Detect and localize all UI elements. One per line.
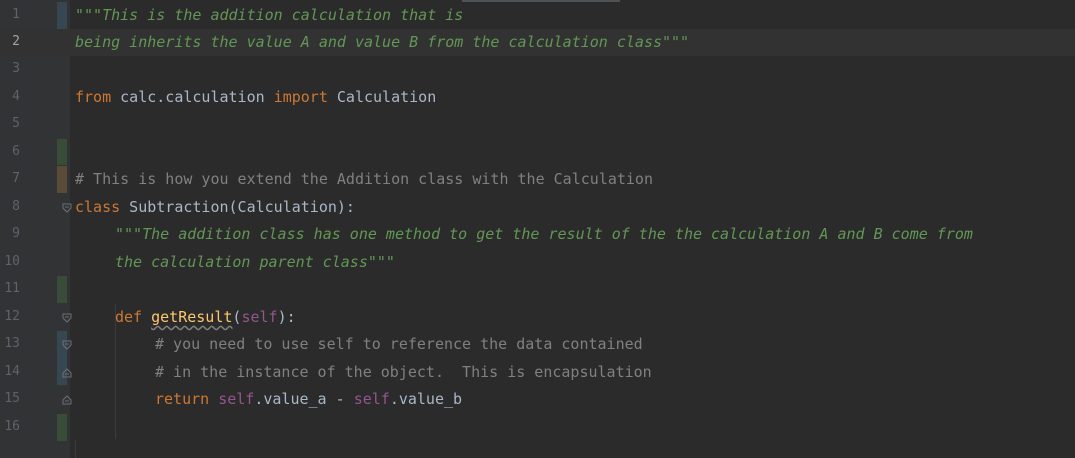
- code-line[interactable]: 5: [0, 111, 1075, 138]
- code-line[interactable]: 14 # in the instance of the object. This…: [0, 359, 1075, 386]
- docstring: being inherits the value A and value B f…: [75, 33, 690, 51]
- code-line[interactable]: 1 """This is the addition calculation th…: [0, 2, 1075, 29]
- code-line[interactable]: 11: [0, 276, 1075, 303]
- keyword-from: from: [75, 88, 112, 106]
- docstring: """This is the addition calculation that…: [75, 6, 464, 24]
- self-reference: self: [353, 390, 390, 408]
- attribute: .value_b: [389, 390, 463, 408]
- line-number[interactable]: 6: [0, 143, 20, 161]
- code-line[interactable]: 10 the calculation parent class""": [0, 249, 1075, 276]
- indent-guide: [75, 440, 76, 458]
- line-number[interactable]: 12: [0, 308, 20, 326]
- code-line[interactable]: 12 def getResult(self):: [0, 304, 1075, 331]
- line-number[interactable]: 5: [0, 115, 20, 133]
- line-number[interactable]: 3: [0, 60, 20, 78]
- line-number[interactable]: 15: [0, 390, 20, 408]
- line-number[interactable]: 11: [0, 280, 20, 298]
- docstring: """The addition class has one method to …: [115, 225, 973, 243]
- comment: # you need to use self to reference the …: [155, 335, 643, 353]
- code-editor[interactable]: 1 """This is the addition calculation th…: [0, 0, 1075, 458]
- keyword-import: import: [273, 88, 328, 106]
- self-param: self: [241, 308, 278, 326]
- docstring: the calculation parent class""": [115, 253, 395, 271]
- code-line[interactable]: 4 from calc.calculation import Calculati…: [0, 84, 1075, 111]
- line-number[interactable]: 1: [0, 6, 20, 24]
- line-number[interactable]: 16: [0, 418, 20, 436]
- code-line[interactable]: 6: [0, 139, 1075, 166]
- code-line[interactable]: 9 """The addition class has one method t…: [0, 221, 1075, 248]
- line-number[interactable]: 10: [0, 253, 20, 271]
- code-line-current[interactable]: 2 being inherits the value A and value B…: [0, 29, 1075, 56]
- paren: ):: [277, 308, 296, 326]
- keyword-def: def: [115, 308, 143, 326]
- self-reference: self: [218, 390, 255, 408]
- expression: .value_a -: [254, 390, 354, 408]
- fold-collapse-icon[interactable]: [61, 339, 73, 351]
- fold-collapse-icon[interactable]: [61, 312, 73, 324]
- line-number[interactable]: 9: [0, 225, 20, 243]
- line-number[interactable]: 8: [0, 198, 20, 216]
- line-number[interactable]: 14: [0, 363, 20, 381]
- code-line[interactable]: 3: [0, 56, 1075, 83]
- comment: # This is how you extend the Addition cl…: [75, 170, 653, 188]
- code-line[interactable]: 15 return self.value_a - self.value_b: [0, 386, 1075, 413]
- code-line[interactable]: 13 # you need to use self to reference t…: [0, 331, 1075, 358]
- fold-end-icon[interactable]: [61, 394, 73, 406]
- comment: # in the instance of the object. This is…: [155, 363, 652, 381]
- line-number[interactable]: 4: [0, 88, 20, 106]
- code-line[interactable]: 16: [0, 414, 1075, 441]
- function-name: getResult: [151, 308, 233, 326]
- imported-name: Calculation: [327, 88, 437, 106]
- line-number[interactable]: 7: [0, 170, 20, 188]
- fold-collapse-icon[interactable]: [61, 202, 73, 214]
- line-number[interactable]: 13: [0, 335, 20, 353]
- fold-end-icon[interactable]: [61, 367, 73, 379]
- code-line[interactable]: 8 class Subtraction(Calculation):: [0, 194, 1075, 221]
- class-declaration: Subtraction(Calculation):: [120, 198, 355, 216]
- module-name: calc.calculation: [111, 88, 274, 106]
- line-number[interactable]: 2: [0, 33, 20, 51]
- keyword-class: class: [75, 198, 121, 216]
- code-line[interactable]: 7 # This is how you extend the Addition …: [0, 166, 1075, 193]
- keyword-return: return: [155, 390, 210, 408]
